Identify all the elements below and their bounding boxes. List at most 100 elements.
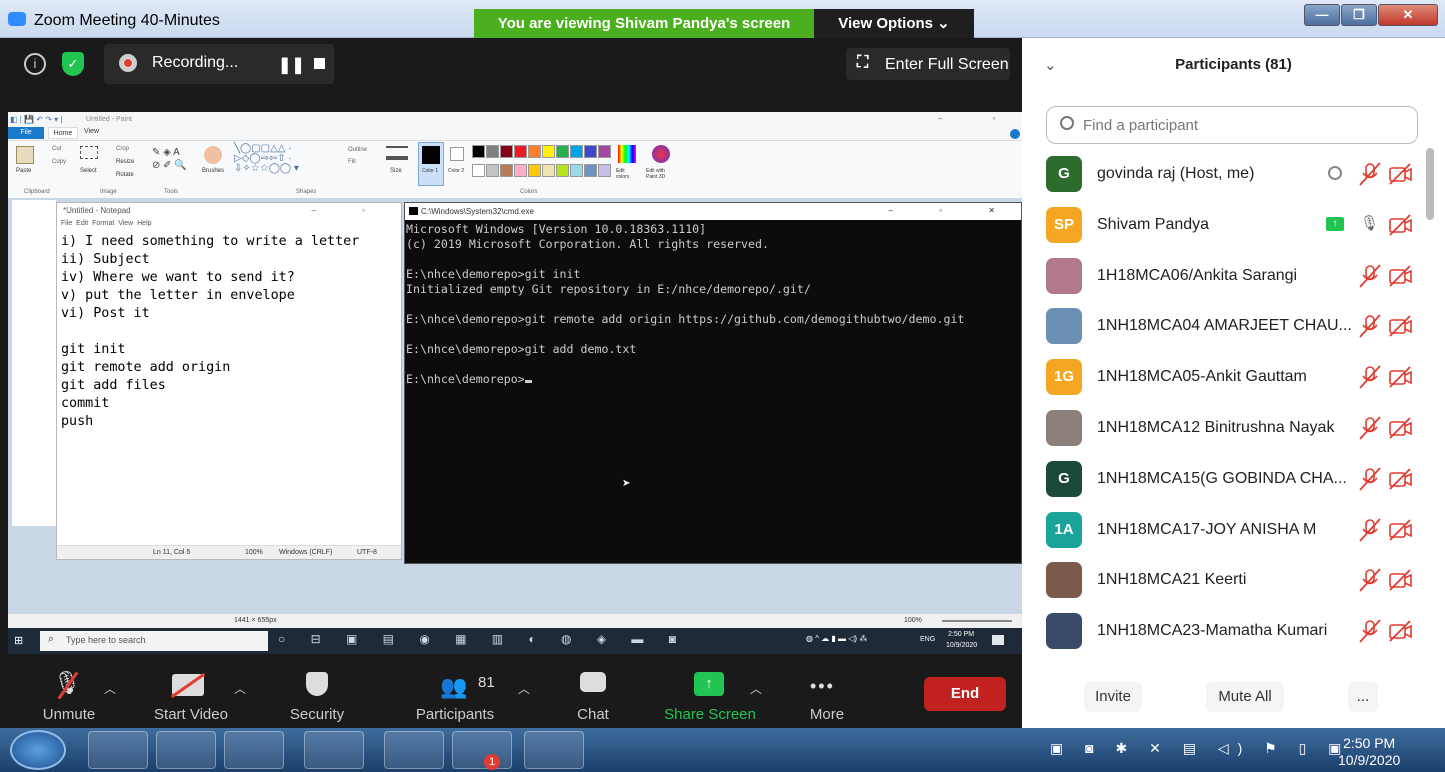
mic-muted-icon[interactable] — [1358, 364, 1384, 390]
copy-button[interactable]: Copy — [52, 159, 66, 165]
mic-muted-icon[interactable] — [1358, 161, 1384, 187]
palette-swatch[interactable] — [472, 163, 485, 177]
participant-row[interactable]: Ggovinda raj (Host, me) — [1022, 149, 1422, 199]
paint-zoom-slider[interactable] — [942, 620, 1012, 622]
paint-canvas[interactable] — [12, 200, 56, 526]
chrome-icon[interactable] — [304, 731, 364, 769]
video-off-icon[interactable] — [1388, 313, 1414, 339]
unmute-label[interactable]: Unmute — [30, 706, 108, 723]
notepad-menu-format[interactable]: Format — [92, 220, 114, 227]
video-off-icon[interactable] — [1388, 466, 1414, 492]
chevron-up-icon[interactable]: ︿ — [518, 680, 530, 697]
palette-swatch[interactable] — [500, 163, 513, 177]
security-label[interactable]: Security — [282, 706, 352, 723]
rotate-button[interactable]: Rotate — [116, 172, 134, 178]
explorer-icon[interactable] — [384, 731, 444, 769]
more-dots-icon[interactable]: ••• — [810, 676, 835, 697]
paint-help-icon[interactable] — [1010, 129, 1020, 139]
participant-row[interactable]: 1G 1NH18MCA05-Ankit Gauttam — [1022, 352, 1422, 402]
mic-muted-icon[interactable] — [1358, 466, 1384, 492]
cmd-output[interactable]: Microsoft Windows [Version 10.0.18363.11… — [405, 220, 1021, 389]
mute-all-button[interactable]: Mute All — [1206, 682, 1284, 712]
minimize-button[interactable]: — — [1304, 4, 1340, 26]
tools-icons[interactable]: ✎ ◈ A ⊘ ✐ 🔍 — [152, 146, 196, 172]
win7-clock[interactable]: 2:50 PM 10/9/2020 — [1338, 735, 1400, 769]
paint-tab-view[interactable]: View — [84, 128, 99, 135]
palette-swatch[interactable] — [514, 145, 527, 158]
palette-swatch[interactable] — [542, 163, 555, 177]
palette-swatch[interactable] — [486, 163, 499, 177]
palette-swatch[interactable] — [584, 145, 597, 158]
paste-icon[interactable] — [16, 146, 34, 164]
participant-row[interactable]: SP Shivam Pandya ↑ 🎙 — [1022, 200, 1422, 250]
participant-row[interactable]: 1NH18MCA12 Binitrushna Nayak — [1022, 403, 1422, 453]
win10-tray-icons[interactable]: ◍ ^ ☁ ▮ ▬ ◁) ⁂ — [806, 634, 867, 643]
share-screen-label[interactable]: Share Screen — [656, 706, 764, 723]
participant-row[interactable]: 1H18MCA06/Ankita Sarangi — [1022, 251, 1422, 301]
palette-swatch[interactable] — [528, 163, 541, 177]
participants-label[interactable]: Participants — [406, 706, 504, 723]
chat-icon[interactable] — [580, 672, 606, 692]
panel-scrollbar[interactable] — [1426, 148, 1434, 220]
win10-taskbar-apps[interactable]: ○ ⊟ ▣ ▤ ◉ ▦ ▥ ◐ ◍ ◈ ▬ ◙ — [278, 632, 687, 646]
participant-row[interactable]: 1NH18MCA21 Keerti — [1022, 555, 1422, 605]
zoom-meeting-icon[interactable] — [452, 731, 512, 769]
palette-swatch[interactable] — [598, 163, 611, 177]
video-off-icon[interactable] — [1388, 364, 1414, 390]
palette-swatch[interactable] — [570, 145, 583, 158]
mic-muted-icon[interactable] — [1358, 567, 1384, 593]
palette-swatch[interactable] — [472, 145, 485, 158]
color2-swatch[interactable] — [450, 147, 464, 161]
participant-row[interactable]: G 1NH18MCA15(G GOBINDA CHA... — [1022, 454, 1422, 504]
shapes-gallery[interactable]: ╲◯▢▢△△ · ▷◇◯⇨⇦⇧ · ⇩✧☆☆◯◯ ▾ — [234, 144, 338, 174]
share-screen-icon[interactable]: ↑ — [694, 672, 724, 696]
stop-recording-icon[interactable] — [314, 58, 325, 69]
ie-icon[interactable] — [88, 731, 148, 769]
paint-tab-home[interactable]: Home — [48, 127, 78, 139]
chat-label[interactable]: Chat — [566, 706, 620, 723]
mic-muted-icon[interactable] — [1358, 517, 1384, 543]
maximize-button[interactable]: ❐ — [1341, 4, 1377, 26]
video-off-icon[interactable] — [1388, 415, 1414, 441]
palette-swatch[interactable] — [486, 145, 499, 158]
notepad-menu-edit[interactable]: Edit — [76, 220, 88, 227]
info-icon[interactable]: i — [24, 53, 46, 75]
paint3d-icon[interactable] — [652, 145, 670, 163]
invite-button[interactable]: Invite — [1084, 682, 1142, 712]
color1-swatch[interactable] — [418, 142, 444, 186]
resize-button[interactable]: Resize — [116, 159, 134, 165]
participant-row[interactable]: 1NH18MCA04 AMARJEET CHAU... — [1022, 301, 1422, 351]
zoom-app-icon[interactable] — [524, 731, 584, 769]
chevron-up-icon[interactable]: ︿ — [234, 680, 246, 697]
palette-swatch[interactable] — [500, 145, 513, 158]
mic-muted-icon[interactable] — [1358, 415, 1384, 441]
crop-button[interactable]: Crop — [116, 146, 129, 152]
close-window-button[interactable]: ✕ — [1378, 4, 1438, 26]
video-off-icon[interactable] — [1388, 161, 1414, 187]
security-shield-icon[interactable] — [306, 672, 328, 696]
palette-swatch[interactable] — [556, 145, 569, 158]
mic-on-icon[interactable]: 🎙 — [1360, 214, 1379, 232]
cut-button[interactable]: Cut — [52, 146, 61, 152]
notepad-menu-view[interactable]: View — [118, 220, 133, 227]
participant-row[interactable]: 1A 1NH18MCA17-JOY ANISHA M — [1022, 505, 1422, 555]
notepad-menu-help[interactable]: Help — [137, 220, 151, 227]
participant-row[interactable]: 1NH18MCA23-Mamatha Kumari — [1022, 606, 1422, 656]
chevron-up-icon[interactable]: ︿ — [750, 680, 762, 697]
participant-search-input[interactable]: Find a participant — [1046, 106, 1418, 144]
palette-swatch[interactable] — [570, 163, 583, 177]
brushes-icon[interactable] — [204, 146, 222, 164]
video-off-icon[interactable] — [1388, 517, 1414, 543]
palette-swatch[interactable] — [542, 145, 555, 158]
select-icon[interactable] — [80, 146, 98, 159]
media-icon[interactable] — [156, 731, 216, 769]
outline-button[interactable]: Outline — [348, 147, 367, 153]
palette-swatch[interactable] — [528, 145, 541, 158]
size-icon[interactable] — [386, 146, 408, 160]
mic-muted-icon[interactable] — [1358, 313, 1384, 339]
win10-notification-icon[interactable] — [992, 635, 1004, 645]
video-off-icon[interactable] — [1388, 263, 1414, 289]
color-palette[interactable] — [472, 145, 614, 181]
mic-muted-icon[interactable] — [1358, 618, 1384, 644]
start-video-label[interactable]: Start Video — [144, 706, 238, 723]
